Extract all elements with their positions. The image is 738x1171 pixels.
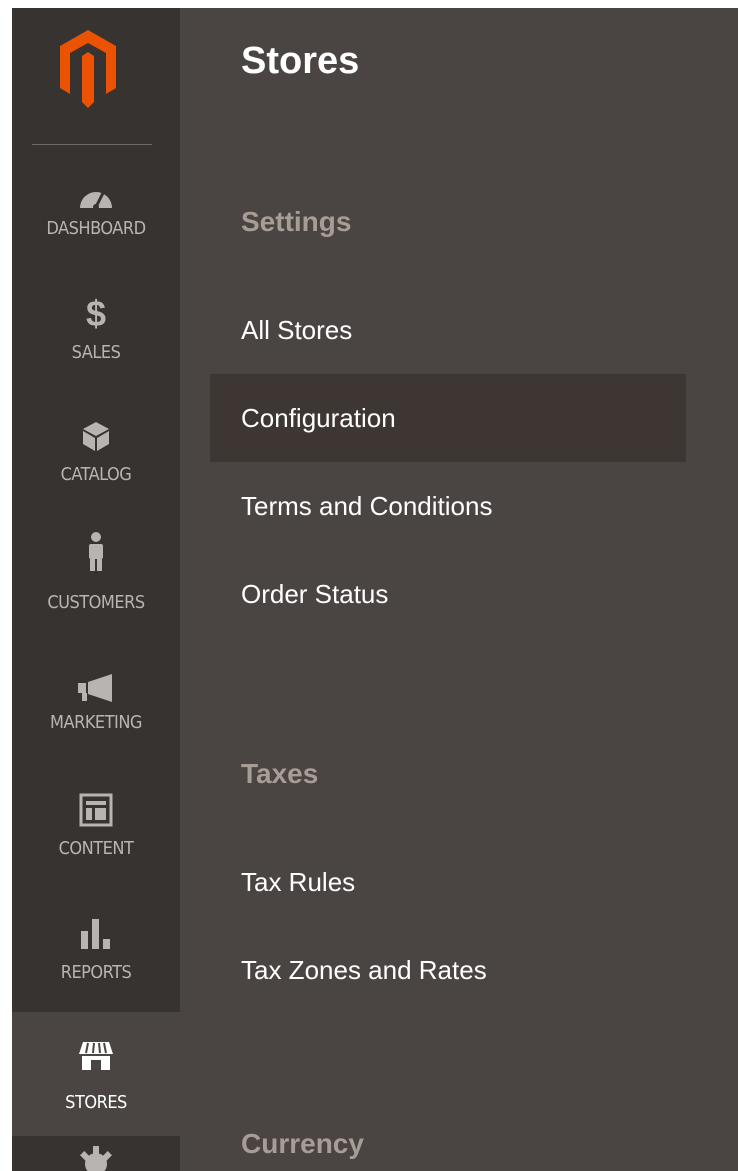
sidebar-item-label: DASHBOARD	[46, 218, 146, 239]
bar-chart-icon	[12, 914, 180, 954]
menu-link-tax-zones-and-rates[interactable]: Tax Zones and Rates	[210, 926, 686, 1014]
magento-logo[interactable]	[12, 8, 180, 144]
speedometer-icon	[12, 178, 180, 218]
submenu-title: Stores	[241, 40, 360, 82]
sidebar-item-label: MARKETING	[50, 712, 142, 733]
menu-link-tax-rules[interactable]: Tax Rules	[210, 838, 686, 926]
menu-link-terms-and-conditions[interactable]: Terms and Conditions	[210, 462, 686, 550]
sidebar-item-system[interactable]	[12, 1136, 180, 1171]
sidebar-item-customers[interactable]: CUSTOMERS	[12, 532, 180, 664]
sidebar-item-label: CUSTOMERS	[47, 592, 145, 613]
admin-menu-frame: DASHBOARD $ SALES CATALOG CUSTOMERS MARK…	[12, 8, 738, 1171]
sidebar-item-label: CATALOG	[60, 464, 132, 485]
magento-logo-icon	[60, 30, 116, 108]
sidebar-item-content[interactable]: CONTENT	[12, 788, 180, 912]
stores-submenu: Stores Settings All Stores Configuration…	[180, 8, 738, 1171]
dollar-icon: $	[85, 293, 107, 334]
sidebar-item-label: CONTENT	[58, 838, 134, 859]
sidebar-item-label: REPORTS	[60, 962, 132, 983]
person-icon	[12, 532, 180, 572]
sidebar-item-label: STORES	[65, 1092, 127, 1113]
sidebar-item-sales[interactable]: $ SALES	[12, 292, 180, 416]
storefront-icon	[12, 1036, 180, 1076]
logo-divider	[32, 144, 152, 145]
menu-link-order-status[interactable]: Order Status	[210, 550, 686, 638]
cube-icon	[12, 416, 180, 456]
menu-link-configuration[interactable]: Configuration	[210, 374, 686, 462]
menu-link-all-stores[interactable]: All Stores	[210, 286, 686, 374]
group-title-taxes: Taxes	[241, 758, 319, 789]
sidebar-item-dashboard[interactable]: DASHBOARD	[12, 168, 180, 292]
sidebar-item-marketing[interactable]: MARKETING	[12, 664, 180, 788]
layout-icon	[12, 790, 180, 830]
gear-icon	[12, 1144, 180, 1171]
megaphone-icon	[12, 668, 180, 708]
sidebar-item-stores[interactable]: STORES	[12, 1012, 180, 1136]
group-title-currency: Currency	[241, 1128, 364, 1159]
sidebar-item-label: SALES	[71, 342, 121, 363]
admin-sidebar: DASHBOARD $ SALES CATALOG CUSTOMERS MARK…	[12, 8, 180, 1171]
sidebar-item-catalog[interactable]: CATALOG	[12, 416, 180, 540]
group-title-settings: Settings	[241, 206, 352, 237]
